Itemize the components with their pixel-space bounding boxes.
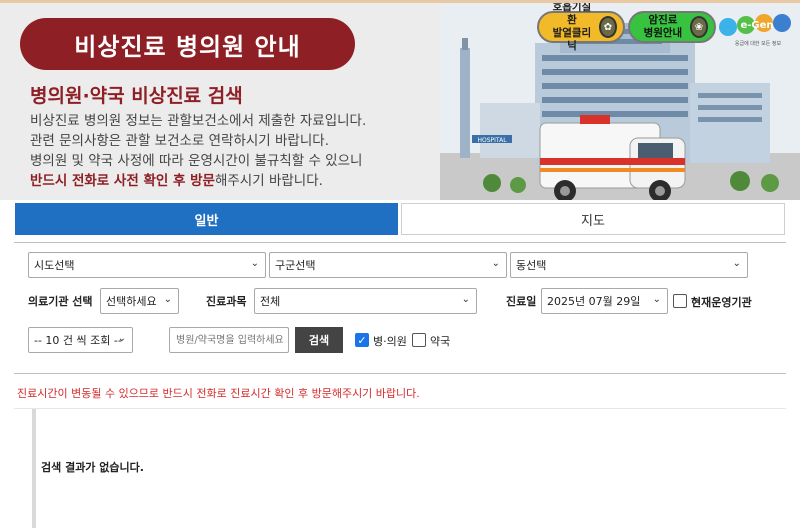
pharmacy-checkbox[interactable] xyxy=(412,333,426,347)
banner-subtitle: 병의원·약국 비상진료 검색 xyxy=(30,85,243,107)
keyword-input[interactable] xyxy=(169,327,289,353)
egen-logo-text: e-Gen xyxy=(740,20,773,31)
banner-line-4-emphasis: 반드시 전화로 사전 확인 후 방문 xyxy=(30,173,215,189)
tab-general[interactable]: 일반 xyxy=(15,203,398,235)
hospital-sign: HOSPITAL xyxy=(477,137,507,144)
department-label: 진료과목 xyxy=(206,295,247,308)
respiratory-clinic-label-2: 발열클리닉 xyxy=(552,27,592,52)
open-now-label: 현재운영기관 xyxy=(691,296,752,309)
egen-logo-tagline: 응급에 대한 모든 정보 xyxy=(735,40,782,47)
results-divider xyxy=(32,409,36,528)
respiratory-clinic-label-1: 호흡기질환 xyxy=(552,1,592,26)
cancer-care-label-1: 암진료 xyxy=(648,14,678,26)
institution-label: 의료기관 선택 xyxy=(28,295,93,308)
banner-line-2: 관련 문의사항은 관할 보건소로 연락하시기 바랍니다. xyxy=(30,133,329,149)
egen-logo[interactable]: e-Gen 응급에 대한 모든 정보 xyxy=(718,9,796,49)
open-now-checkbox[interactable] xyxy=(673,294,687,308)
chevron-down-icon: ⌄ xyxy=(250,258,259,269)
date-select[interactable]: 2025년 07월 29일 ⌄ xyxy=(541,288,668,314)
chevron-down-icon: ⌄ xyxy=(461,294,470,305)
cancer-care-button[interactable]: 암진료 병원안내 ❀ xyxy=(628,11,716,43)
banner-line-3: 병의원 및 약국 사정에 따라 운영시간이 불규칙할 수 있으니 xyxy=(30,153,363,169)
tab-map[interactable]: 지도 xyxy=(401,203,785,235)
banner-line-4: 반드시 전화로 사전 확인 후 방문해주시기 바랍니다. xyxy=(30,171,366,191)
page-title: 비상진료 병의원 안내 xyxy=(20,18,355,70)
banner-line-1: 비상진료 병의원 정보는 관할보건소에서 제출한 자료입니다. xyxy=(30,113,367,129)
institution-select-value: 선택하세요 xyxy=(106,295,157,308)
search-button[interactable]: 검색 xyxy=(295,327,343,353)
date-select-value: 2025년 07월 29일 xyxy=(547,295,641,308)
sido-select-value: 시도선택 xyxy=(34,259,75,272)
header-banner: 비상진료 병의원 안내 병의원·약국 비상진료 검색 비상진료 병의원 정보는 … xyxy=(0,0,800,200)
sido-select[interactable]: 시도선택 ⌄ xyxy=(28,252,266,278)
gugun-select[interactable]: 구군선택 ⌄ xyxy=(269,252,507,278)
dong-select[interactable]: 동선택 ⌄ xyxy=(510,252,748,278)
date-label: 진료일 xyxy=(506,295,537,308)
page-size-select[interactable]: -- 10 건 씩 조회 -- ⌄ xyxy=(28,327,133,353)
results-area: 검색 결과가 없습니다. xyxy=(14,408,786,528)
chevron-down-icon: ⌄ xyxy=(732,258,741,269)
chevron-down-icon: ⌄ xyxy=(117,333,126,344)
chevron-down-icon: ⌄ xyxy=(163,294,172,305)
department-select[interactable]: 전체 ⌄ xyxy=(254,288,477,314)
hospital-checkbox[interactable]: ✓ xyxy=(355,333,369,347)
dong-select-value: 동선택 xyxy=(516,259,547,272)
pharmacy-checkbox-label: 약국 xyxy=(430,335,451,348)
department-select-value: 전체 xyxy=(260,295,281,308)
banner-line-4-rest: 해주시기 바랍니다. xyxy=(214,173,323,189)
respiratory-clinic-button[interactable]: 호흡기질환 발열클리닉 ✿ xyxy=(537,3,625,52)
cancer-care-label-2: 병원안내 xyxy=(643,27,683,39)
chevron-down-icon: ⌄ xyxy=(652,294,661,305)
page-size-select-value: -- 10 건 씩 조회 -- xyxy=(34,334,122,347)
lungs-icon: ✿ xyxy=(598,16,617,38)
gugun-select-value: 구군선택 xyxy=(275,259,316,272)
empty-results-message: 검색 결과가 없습니다. xyxy=(41,461,144,474)
chevron-down-icon: ⌄ xyxy=(491,258,500,269)
institution-select[interactable]: 선택하세요 ⌄ xyxy=(100,288,179,314)
ribbon-icon: ❀ xyxy=(689,16,708,38)
search-panel: 시도선택 ⌄ 구군선택 ⌄ 동선택 ⌄ 의료기관 선택 선택하세요 ⌄ 진료과목… xyxy=(14,242,786,374)
hospital-checkbox-label: 병·의원 xyxy=(373,335,407,348)
notice-text: 진료시간이 변동될 수 있으므로 반드시 전화로 진료시간 확인 후 방문해주시… xyxy=(17,387,420,400)
banner-description: 비상진료 병의원 정보는 관할보건소에서 제출한 자료입니다. 관련 문의사항은… xyxy=(30,111,366,191)
